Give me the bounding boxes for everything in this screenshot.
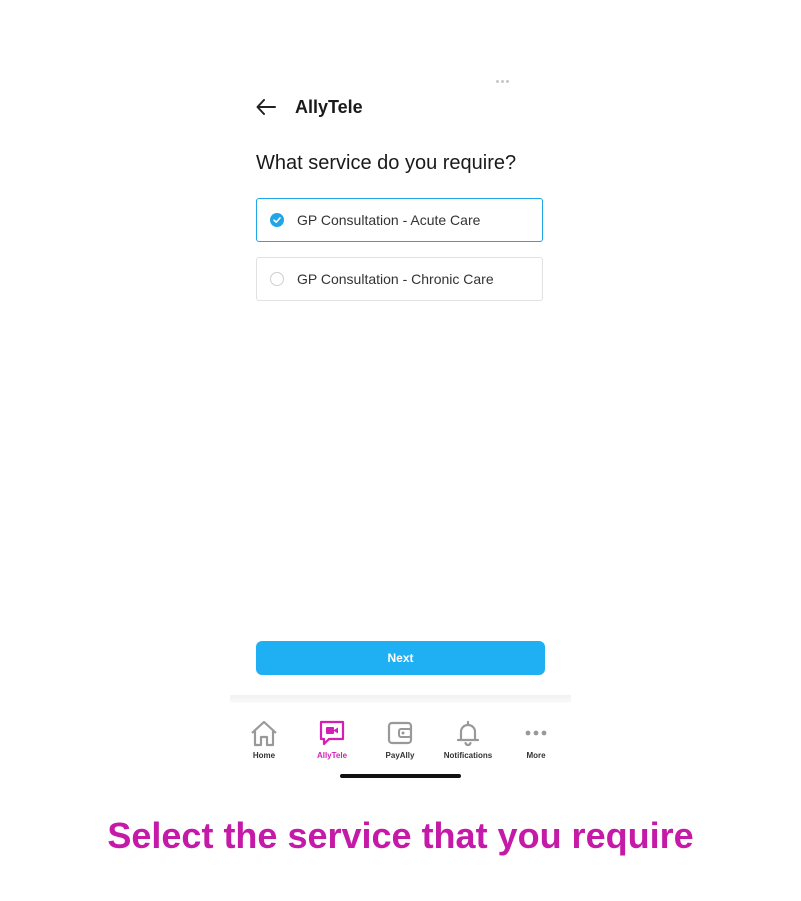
video-chat-icon	[317, 719, 347, 747]
more-dots-icon	[521, 719, 551, 747]
option-label: GP Consultation - Acute Care	[297, 212, 481, 228]
tabbar-shadow	[230, 695, 571, 703]
radio-checked-icon[interactable]	[270, 213, 284, 227]
bottom-tab-bar: Home AllyTele PayAlly Notifications More	[230, 703, 571, 783]
tab-label: PayAlly	[385, 751, 415, 760]
next-button[interactable]: Next	[256, 641, 545, 675]
tab-home[interactable]: Home	[230, 719, 298, 760]
tab-more[interactable]: More	[502, 719, 570, 760]
tab-notifications[interactable]: Notifications	[434, 719, 502, 760]
option-label: GP Consultation - Chronic Care	[297, 271, 494, 287]
home-indicator	[340, 774, 461, 778]
header: AllyTele	[255, 92, 363, 122]
option-chronic-care[interactable]: GP Consultation - Chronic Care	[256, 257, 543, 301]
radio-unchecked-icon[interactable]	[270, 272, 284, 286]
instruction-caption: Select the service that you require	[107, 815, 694, 856]
bell-icon	[453, 719, 483, 747]
question-heading: What service do you require?	[256, 152, 517, 174]
tab-payally[interactable]: PayAlly	[366, 719, 434, 760]
option-acute-care[interactable]: GP Consultation - Acute Care	[256, 198, 543, 242]
tab-label: Home	[252, 751, 276, 760]
tab-label: More	[526, 751, 546, 760]
tab-label: AllyTele	[316, 751, 348, 760]
tab-allytele[interactable]: AllyTele	[298, 719, 366, 760]
page-title: AllyTele	[295, 96, 363, 117]
tab-label: Notifications	[443, 751, 493, 760]
home-icon	[249, 719, 279, 747]
back-arrow-icon[interactable]	[255, 96, 277, 118]
status-dots	[496, 70, 516, 83]
wallet-icon	[385, 719, 415, 747]
